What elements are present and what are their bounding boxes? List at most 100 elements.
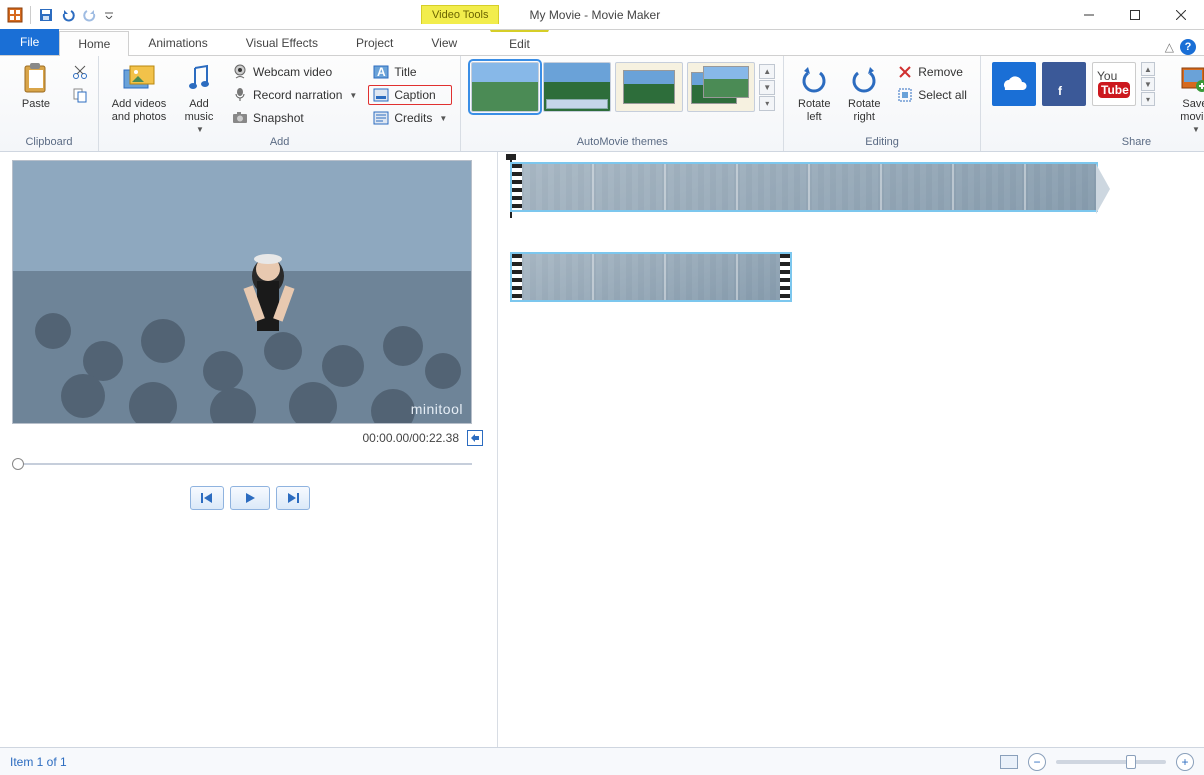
paste-label: Paste <box>22 98 50 111</box>
undo-icon[interactable] <box>59 6 77 24</box>
share-onedrive-button[interactable] <box>992 62 1036 106</box>
webcam-video-button[interactable]: Webcam video <box>227 62 362 82</box>
tab-animations[interactable]: Animations <box>129 30 226 55</box>
rotate-right-label: Rotate right <box>848 98 880 123</box>
cut-button[interactable] <box>70 62 90 82</box>
tab-visual-effects[interactable]: Visual Effects <box>227 30 337 55</box>
credits-button[interactable]: Credits▼ <box>368 108 452 128</box>
copy-button[interactable] <box>70 85 90 105</box>
select-all-label: Select all <box>918 88 967 102</box>
remove-icon <box>897 64 913 80</box>
tab-view[interactable]: View <box>412 30 476 55</box>
qat-dropdown-icon[interactable] <box>103 6 115 24</box>
copy-icon <box>72 87 88 103</box>
video-tools-label: Video Tools <box>421 5 499 24</box>
share-facebook-button[interactable]: f <box>1042 62 1086 106</box>
preview-pane: minitool 00:00.00/00:22.38 <box>0 152 498 747</box>
zoom-slider[interactable] <box>1056 760 1166 764</box>
music-note-icon <box>182 62 216 96</box>
group-label-automovie: AutoMovie themes <box>469 134 775 151</box>
microphone-icon <box>232 87 248 103</box>
status-bar: Item 1 of 1 − + <box>0 747 1204 775</box>
clipboard-icon <box>19 62 53 96</box>
webcam-icon <box>232 64 248 80</box>
tab-edit[interactable]: Edit <box>490 30 549 55</box>
transport-controls <box>12 486 487 510</box>
record-narration-button[interactable]: Record narration▼ <box>227 85 362 105</box>
theme-gallery-scroll[interactable]: ▲▼▾ <box>759 64 775 111</box>
thumbnail-size-button[interactable] <box>1000 755 1018 769</box>
caption-label: Caption <box>394 88 435 102</box>
file-tab[interactable]: File <box>0 29 59 55</box>
theme-thumb-2[interactable] <box>543 62 611 112</box>
save-movie-button[interactable]: Save movie▼ <box>1171 60 1204 134</box>
next-frame-button[interactable] <box>276 486 310 510</box>
group-share: f YouTube ▲▼▾ Save movie▼ Sign in Share <box>981 56 1204 151</box>
timeline-pane[interactable] <box>498 152 1204 747</box>
theme-thumb-3[interactable] <box>615 62 683 112</box>
group-label-editing: Editing <box>792 134 972 151</box>
tab-project[interactable]: Project <box>337 30 412 55</box>
ribbon-tabs: File Home Animations Visual Effects Proj… <box>0 30 1204 56</box>
app-icon[interactable] <box>6 6 24 24</box>
close-button[interactable] <box>1158 0 1204 30</box>
timeline-clip-1[interactable] <box>510 162 1098 212</box>
rotate-right-button[interactable]: Rotate right <box>842 60 886 123</box>
share-youtube-button[interactable]: YouTube <box>1092 62 1136 106</box>
save-icon[interactable] <box>37 6 55 24</box>
webcam-label: Webcam video <box>253 65 332 79</box>
svg-text:A: A <box>377 65 386 79</box>
ribbon-collapse-icon[interactable]: △ <box>1165 40 1174 54</box>
zoom-thumb[interactable] <box>1126 755 1136 769</box>
zoom-in-button[interactable]: + <box>1176 753 1194 771</box>
zoom-out-button[interactable]: − <box>1028 753 1046 771</box>
title-label: Title <box>394 65 416 79</box>
theme-thumb-4[interactable] <box>687 62 755 112</box>
title-button[interactable]: A Title <box>368 62 452 82</box>
window-title: My Movie - Movie Maker <box>529 8 660 22</box>
status-item-count: Item 1 of 1 <box>10 755 67 769</box>
record-narration-label: Record narration <box>253 88 342 102</box>
rotate-left-label: Rotate left <box>798 98 830 123</box>
add-music-button[interactable]: Add music▼ <box>177 60 221 134</box>
paste-button[interactable]: Paste <box>8 60 64 111</box>
svg-text:f: f <box>1058 84 1063 98</box>
previous-frame-button[interactable] <box>190 486 224 510</box>
rotate-left-icon <box>797 62 831 96</box>
svg-text:Tube: Tube <box>1101 83 1129 97</box>
snapshot-button[interactable]: Snapshot <box>227 108 362 128</box>
select-all-button[interactable]: Select all <box>892 85 972 105</box>
redo-icon[interactable] <box>81 6 99 24</box>
window-controls <box>1066 0 1204 30</box>
tab-home[interactable]: Home <box>59 31 129 56</box>
minimize-button[interactable] <box>1066 0 1112 30</box>
add-media-icon <box>122 62 156 96</box>
save-movie-icon <box>1178 62 1204 96</box>
seek-thumb[interactable] <box>12 458 24 470</box>
rotate-left-button[interactable]: Rotate left <box>792 60 836 123</box>
maximize-button[interactable] <box>1112 0 1158 30</box>
theme-thumb-1[interactable] <box>471 62 539 112</box>
seek-bar[interactable] <box>12 456 472 472</box>
quick-access-toolbar <box>0 0 121 29</box>
add-music-label: Add music <box>185 98 214 123</box>
add-videos-photos-button[interactable]: Add videos and photos <box>107 60 171 123</box>
remove-label: Remove <box>918 65 963 79</box>
preview-frame-image <box>13 161 472 424</box>
timeline-clip-2[interactable] <box>510 252 792 302</box>
add-videos-label: Add videos and photos <box>112 98 166 123</box>
fullscreen-icon[interactable] <box>467 430 483 446</box>
ribbon: Paste Clipboard Add videos and photos Ad… <box>0 56 1204 152</box>
credits-icon <box>373 110 389 126</box>
save-movie-label: Save movie <box>1180 98 1204 123</box>
remove-button[interactable]: Remove <box>892 62 972 82</box>
preview-watermark: minitool <box>411 401 463 417</box>
preview-monitor[interactable]: minitool <box>12 160 472 424</box>
help-icon[interactable]: ? <box>1180 39 1196 55</box>
play-button[interactable] <box>230 486 270 510</box>
group-label-share: Share <box>989 134 1204 151</box>
workspace: minitool 00:00.00/00:22.38 <box>0 152 1204 747</box>
share-gallery-scroll[interactable]: ▲▼▾ <box>1141 62 1155 106</box>
group-clipboard: Paste Clipboard <box>0 56 99 151</box>
caption-button[interactable]: Caption <box>368 85 452 105</box>
